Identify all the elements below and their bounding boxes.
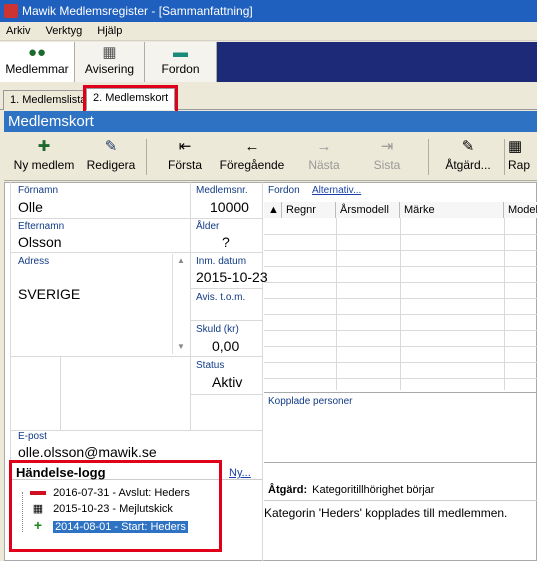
clipboard-icon: ✎ [461,138,475,155]
title-bar: Mawik Medlemsregister - [Sammanfattning] [0,0,537,22]
firstname-label: Förnamn [18,185,59,196]
report-icon: ▦ [508,138,523,155]
members-icon: ●● [27,44,47,61]
age-value[interactable]: ? [222,234,230,250]
avis-label: Avis. t.o.m. [196,292,246,303]
edit-button[interactable]: ✎ Redigera [82,136,140,172]
address-value[interactable]: SVERIGE [18,286,80,302]
arrow-left-icon: ← [244,138,260,155]
debt-value[interactable]: 0,00 [212,338,239,354]
last-icon: ⇥ [380,138,394,155]
firstname-value[interactable]: Olle [18,199,43,215]
alternatives-link[interactable]: Alternativ... [312,185,361,196]
last-button[interactable]: ⇥ Sista [362,136,412,172]
members-button[interactable]: ●● Medlemmar [0,42,75,82]
column-arsmodell[interactable]: Årsmodell [336,202,400,218]
menu-bar: Arkiv Verktyg Hjälp [0,22,537,41]
edit-icon: ✎ [104,138,118,155]
member-number-label: Medlemsnr. [196,185,248,196]
address-label: Adress [18,256,50,267]
arrow-right-icon: → [316,138,332,155]
action-button[interactable]: ✎ Åtgärd... [436,136,500,172]
age-label: Ålder [196,221,220,232]
vehicles-label: Fordon [268,185,300,196]
join-date-value[interactable]: 2015-10-23 [196,269,268,285]
window-title: Mawik Medlemsregister - [Sammanfattning] [22,4,253,18]
email-label: E-post [18,431,47,442]
menu-arkiv[interactable]: Arkiv [6,25,30,37]
notice-icon: ▦ [102,44,117,61]
new-member-icon: ✚ [37,138,51,155]
highlight-event-log [9,460,222,552]
action-detail-value: Kategoritillhörighet börjar [312,484,435,496]
menu-verktyg[interactable]: Verktyg [46,25,83,37]
detail-text: Kategorin 'Heders' kopplades till medlem… [264,506,508,520]
tab-member-list[interactable]: 1. Medlemslista [3,90,94,110]
new-event-link[interactable]: Ny... [229,467,251,479]
status-label: Status [196,360,225,371]
action-toolbar: ✚ Ny medlem ✎ Redigera ⇤ Första ← Föregående… [4,133,537,181]
previous-button[interactable]: ← Föregående [214,136,290,172]
next-button[interactable]: → Nästa [294,136,354,172]
lastname-value[interactable]: Olsson [18,234,62,250]
first-icon: ⇤ [178,138,192,155]
tab-strip: 1. Medlemslista 2. Medlemskort [0,83,537,110]
column-marke[interactable]: Märke [400,202,504,218]
page-title: Medlemskort [4,111,537,132]
email-value[interactable]: olle.olsson@mawik.se [18,444,157,460]
join-date-label: Inm. datum [196,256,247,267]
column-regnr[interactable]: Regnr [282,202,336,218]
member-number-value[interactable]: 10000 [210,199,249,215]
new-member-button[interactable]: ✚ Ny medlem [8,136,80,172]
notice-button[interactable]: ▦ Avisering [75,42,145,82]
lastname-label: Efternamn [18,221,65,232]
linked-persons-label: Kopplade personer [268,396,353,407]
action-detail: Åtgärd: Kategoritillhörighet börjar [268,484,435,496]
report-button[interactable]: ▦ Rap [508,136,537,172]
sort-arrow-icon[interactable]: ▲ [264,202,282,218]
main-toolbar: ●● Medlemmar ▦ Avisering ▬ Fordon [0,42,537,82]
vehicles-button[interactable]: ▬ Fordon [145,42,217,82]
address-scrollbar[interactable]: ▲ ▼ [172,254,188,354]
car-icon: ▬ [173,44,188,61]
menu-hjalp[interactable]: Hjälp [97,25,122,37]
app-icon [4,4,18,18]
debt-label: Skuld (kr) [196,324,239,335]
status-value[interactable]: Aktiv [212,374,242,390]
column-modell[interactable]: Modell [504,202,537,218]
first-button[interactable]: ⇤ Första [160,136,210,172]
